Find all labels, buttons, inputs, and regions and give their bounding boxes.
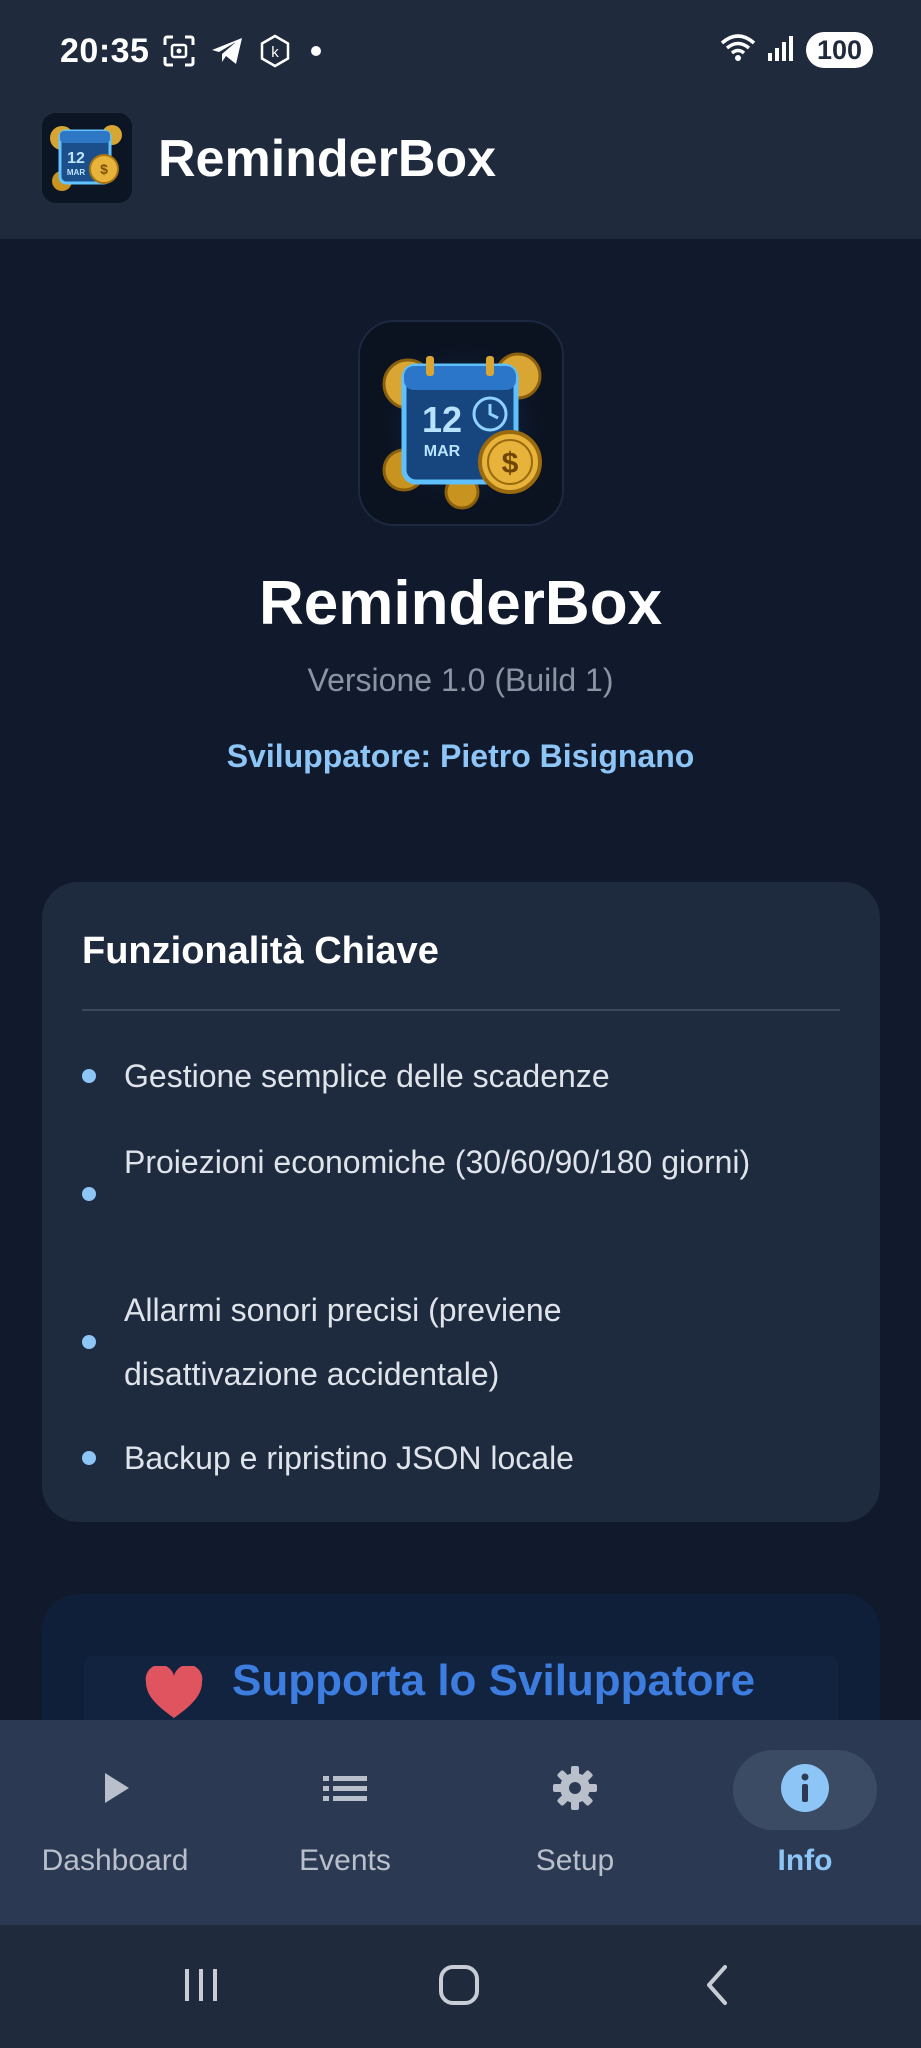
bullet-icon [82,1069,96,1083]
play-icon [95,1768,135,1813]
battery-icon: 100 [805,32,873,68]
recents-icon[interactable] [166,1955,236,2015]
feature-label: Allarmi sonori precisi (previene disatti… [124,1292,562,1392]
nav-label: Events [299,1844,391,1877]
gear-icon [551,1764,599,1817]
svg-text:$: $ [502,447,519,480]
system-nav [0,1925,921,2048]
app-logo-icon: 12 MAR $ [42,113,132,203]
bottom-nav: Dashboard Events Setup Info [0,1720,921,1925]
feature-label: Proiezioni economiche (30/60/90/180 gior… [124,1144,751,1180]
status-time: 20:35 [60,32,150,70]
app-header: 12 MAR $ ReminderBox [0,105,921,239]
svg-text:12: 12 [422,399,462,440]
heart-icon [144,1664,204,1725]
telegram-icon [210,36,244,66]
feature-item: Backup e ripristino JSON locale [82,1426,782,1490]
status-bar: 20:35 k 100 [0,0,921,105]
feature-label: Backup e ripristino JSON locale [124,1440,574,1476]
features-card: Funzionalità Chiave Gestione semplice de… [42,882,880,1522]
home-icon[interactable] [424,1955,494,2015]
screen: 20:35 k 100 12 MAR $ ReminderBox 12 MAR … [0,0,921,2048]
feature-label: Gestione semplice delle scadenze [124,1058,610,1094]
back-icon[interactable] [682,1955,752,2015]
divider [82,1009,840,1011]
nav-label: Dashboard [41,1844,189,1877]
support-label: Supporta lo Sviluppatore [232,1656,756,1705]
bullet-icon [82,1335,96,1349]
nav-label: Info [777,1844,833,1877]
feature-item: Gestione semplice delle scadenze [82,1044,782,1108]
nav-item-dashboard[interactable]: Dashboard [0,1720,230,1925]
status-icons-right: 100 [720,32,873,68]
wifi-icon [720,33,756,68]
bullet-icon [82,1187,96,1201]
svg-text:MAR: MAR [67,168,85,177]
bullet-icon [82,1451,96,1465]
hero-app-name: ReminderBox [258,569,663,638]
k-app-icon: k [258,34,292,68]
nav-item-info[interactable]: Info [690,1720,920,1925]
developer-text: Sviluppatore: Pietro Bisignano [226,738,695,774]
svg-text:12: 12 [67,150,85,167]
svg-text:$: $ [100,161,108,177]
signal-icon [766,33,796,68]
dot-icon [306,41,326,61]
list-icon [321,1768,369,1813]
status-icons-left: k [162,34,326,68]
hero-app-icon: 12 MAR $ [358,320,564,526]
svg-text:k: k [271,44,279,61]
nav-item-events[interactable]: Events [230,1720,460,1925]
app-title: ReminderBox [158,130,497,188]
nav-label: Setup [535,1844,615,1877]
nav-item-setup[interactable]: Setup [460,1720,690,1925]
screenshot-icon [162,34,196,68]
version-text: Versione 1.0 (Build 1) [307,662,614,698]
feature-item: Proiezioni economiche (30/60/90/180 gior… [82,1130,782,1258]
feature-item: Allarmi sonori precisi (previene disatti… [82,1278,782,1406]
features-title: Funzionalità Chiave [82,930,439,972]
info-icon [779,1762,831,1819]
svg-text:MAR: MAR [424,443,461,460]
